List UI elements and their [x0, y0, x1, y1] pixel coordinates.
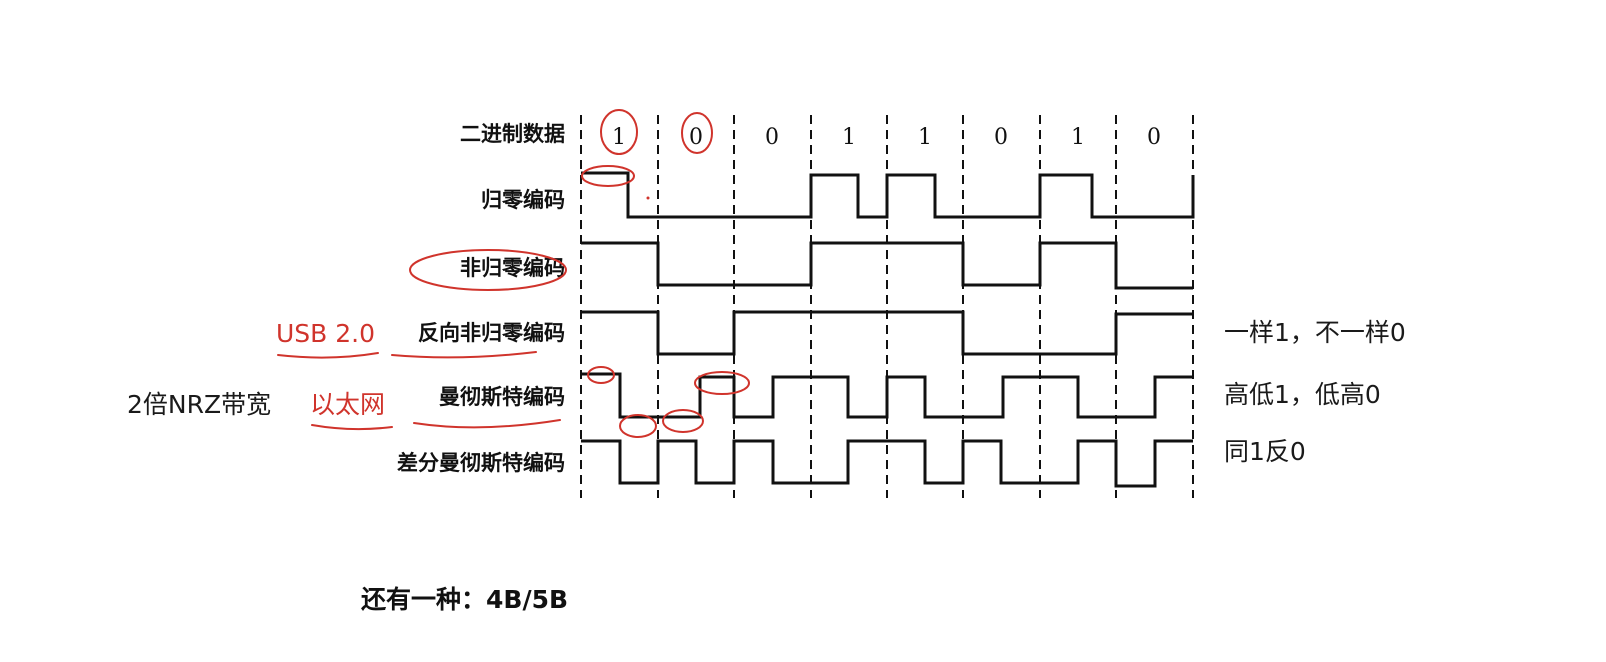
dot-annotation — [646, 196, 650, 200]
row-label-diff-manchester: 差分曼彻斯特编码 — [397, 451, 565, 475]
circle-annotation — [694, 371, 750, 395]
nrzi-note: 一样1，不一样0 — [1224, 318, 1406, 347]
underline-annotation — [391, 351, 537, 359]
row-label-binary: 二进制数据 — [460, 122, 565, 146]
bandwidth-note: 2倍NRZ带宽 — [127, 390, 271, 419]
bit-label-7: 1 — [1071, 125, 1085, 150]
encoding-diagram: 二进制数据 归零编码 非归零编码 反向非归零编码 曼彻斯特编码 差分曼彻斯特编码… — [127, 109, 1406, 614]
circle-annotation — [581, 165, 635, 187]
row-label-nrzi: 反向非归零编码 — [418, 321, 565, 345]
ethernet-annotation: 以太网 — [310, 390, 385, 419]
bit-label-2: 0 — [689, 125, 703, 150]
underline-annotation — [311, 424, 393, 431]
footer-note: 还有一种：4B/5B — [361, 585, 568, 614]
bit-label-4: 1 — [842, 125, 856, 150]
bit-label-8: 0 — [1147, 125, 1161, 150]
circle-annotation — [662, 409, 704, 433]
underline-annotation — [277, 352, 379, 359]
diff-manchester-note: 同1反0 — [1224, 437, 1306, 466]
rz-waveform — [581, 171, 1195, 219]
row-label-nrz: 非归零编码 — [460, 256, 565, 280]
row-label-rz: 归零编码 — [481, 188, 565, 212]
manchester-note: 高低1，低高0 — [1224, 380, 1381, 409]
bit-label-6: 0 — [994, 125, 1008, 150]
underline-annotation — [413, 419, 561, 429]
bit-label-3: 0 — [765, 125, 779, 150]
usb-annotation: USB 2.0 — [276, 319, 375, 348]
bit-label-5: 1 — [918, 125, 932, 150]
row-label-manchester: 曼彻斯特编码 — [439, 385, 565, 409]
bit-label-1: 1 — [612, 125, 626, 150]
